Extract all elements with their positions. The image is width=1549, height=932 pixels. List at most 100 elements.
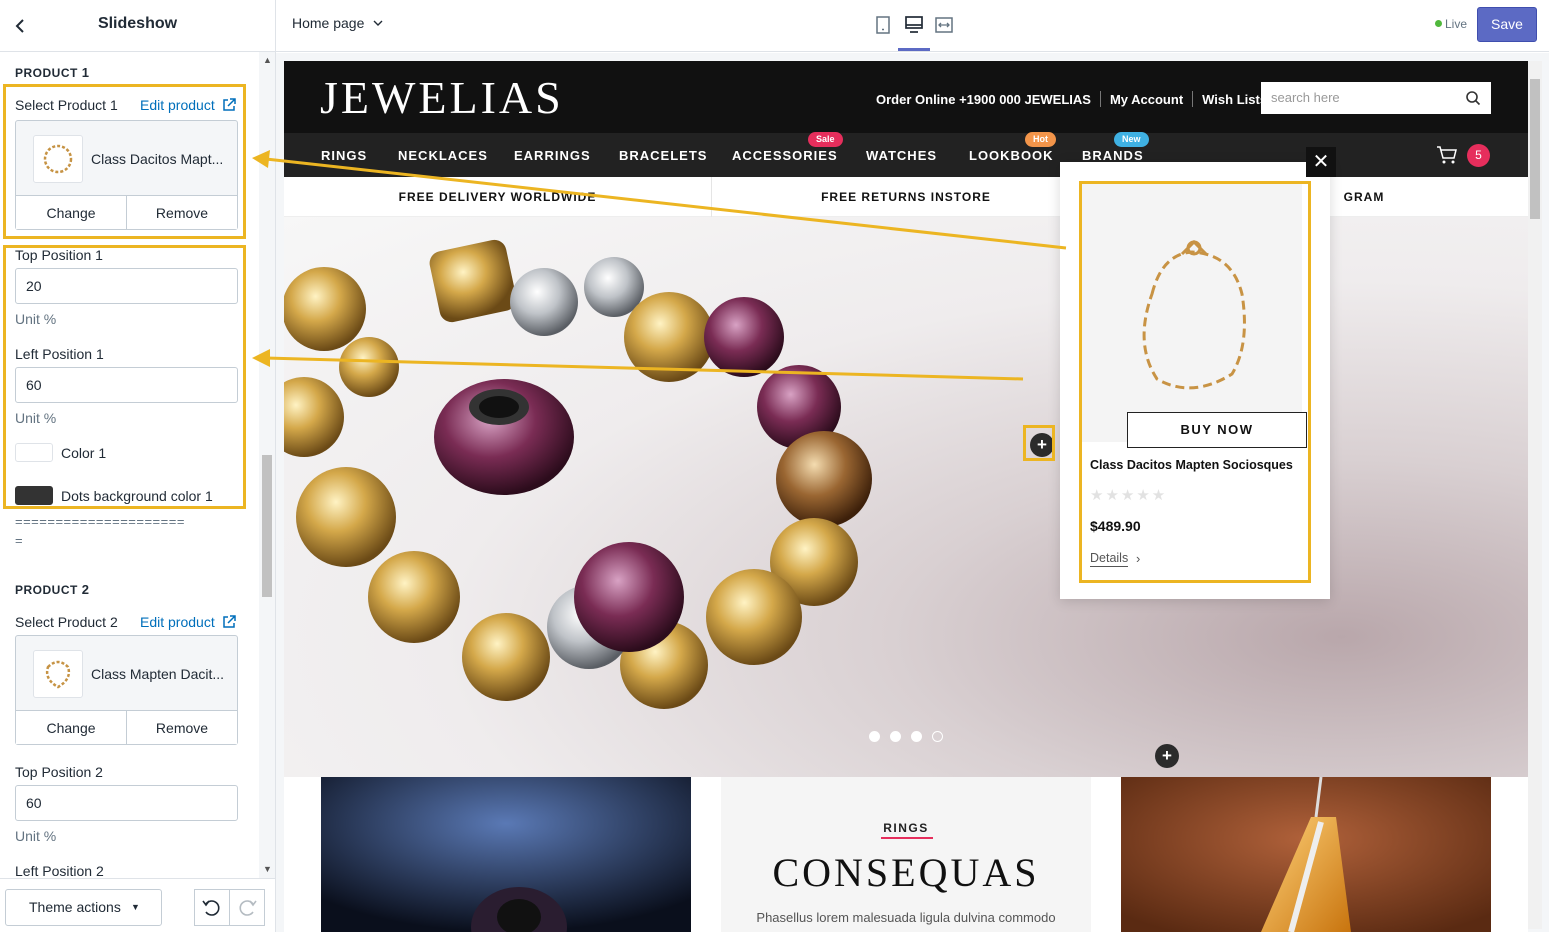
save-button[interactable]: Save xyxy=(1477,7,1537,42)
redo-button[interactable] xyxy=(229,889,265,926)
link-separator xyxy=(1099,91,1101,107)
banner-subtitle: Phasellus lorem malesuada ligula dulvina… xyxy=(756,910,1056,925)
slideshow-slide: + + xyxy=(284,217,1528,777)
product-2-actions: Change Remove xyxy=(16,710,237,744)
top-position-2-input[interactable]: 60 xyxy=(15,785,238,821)
search-icon[interactable] xyxy=(1465,90,1481,106)
product-1-heading: PRODUCT 1 xyxy=(15,65,89,80)
slide-pagination xyxy=(869,729,953,747)
store-logo[interactable]: JEWELIAS xyxy=(320,71,564,124)
change-product-2-button[interactable]: Change xyxy=(16,711,126,744)
nav-earrings[interactable]: EARRINGS xyxy=(514,148,591,163)
fullwidth-view-icon[interactable] xyxy=(933,14,955,36)
ring-image xyxy=(321,777,691,932)
storefront: JEWELIAS Order Online +1900 000 JEWELIAS… xyxy=(284,61,1528,932)
banner-middle[interactable]: RINGS CONSEQUAS Phasellus lorem malesuad… xyxy=(721,777,1091,932)
order-online-link[interactable]: Order Online +1900 000 JEWELIAS xyxy=(876,92,1091,107)
bracelet-thumb-icon xyxy=(45,660,71,689)
slide-dot-3[interactable] xyxy=(911,731,922,742)
live-status: Live xyxy=(1435,17,1467,31)
undo-icon xyxy=(202,900,220,916)
select-product-2-label: Select Product 2 xyxy=(15,614,118,630)
banner-title: CONSEQUAS xyxy=(772,850,1040,895)
wish-lists-link[interactable]: Wish Lists xyxy=(1202,92,1267,107)
nav-brands[interactable]: BRANDS xyxy=(1082,148,1144,163)
product-1-heading-text: PRODUCT xyxy=(15,66,78,80)
pendant-image xyxy=(1121,777,1491,932)
my-account-link[interactable]: My Account xyxy=(1110,92,1183,107)
slide-dot-1[interactable] xyxy=(869,731,880,742)
feature-free-returns: FREE RETURNS INSTORE xyxy=(821,190,991,204)
editor-topbar: Home page Live Save xyxy=(276,0,1549,52)
banner-right[interactable] xyxy=(1121,777,1491,932)
link-separator xyxy=(1192,91,1194,107)
page-selector-label: Home page xyxy=(292,15,365,31)
header-links: Order Online +1900 000 JEWELIAS My Accoun… xyxy=(876,91,1267,107)
bracelet-image xyxy=(284,239,872,709)
banner-kicker-underline xyxy=(881,837,933,839)
nav-rings[interactable]: RINGS xyxy=(321,148,367,163)
live-label: Live xyxy=(1445,17,1468,31)
banner-left[interactable] xyxy=(321,777,691,932)
active-view-indicator xyxy=(898,48,930,51)
sale-badge: Sale xyxy=(808,132,843,147)
feature-free-delivery: FREE DELIVERY WORLDWIDE xyxy=(398,190,597,204)
store-nav: RINGS NECKLACES EARRINGS BRACELETS ACCES… xyxy=(284,132,1528,177)
sidebar-title: Slideshow xyxy=(97,15,178,32)
cart-icon[interactable] xyxy=(1436,145,1458,165)
page-selector[interactable]: Home page xyxy=(292,15,384,31)
product-1-heading-num: 1 xyxy=(81,65,90,80)
preview-scrollbar[interactable] xyxy=(1528,61,1542,929)
nav-necklaces[interactable]: NECKLACES xyxy=(398,148,488,163)
slide-dot-4[interactable] xyxy=(932,731,943,742)
chevron-down-icon xyxy=(373,20,383,26)
product-hotspot-2[interactable]: + xyxy=(1155,744,1179,768)
product-2-name: Class Mapten Dacit... xyxy=(91,666,225,682)
remove-product-2-button[interactable]: Remove xyxy=(126,711,237,744)
highlight-position-settings xyxy=(3,245,246,509)
nav-watches[interactable]: WATCHES xyxy=(866,148,937,163)
popup-close-button[interactable]: ✕ xyxy=(1306,147,1336,177)
highlight-product-popup xyxy=(1079,181,1311,583)
sidebar-scroll-thumb[interactable] xyxy=(262,455,272,597)
product-2-card: Class Mapten Dacit... Change Remove xyxy=(15,635,238,745)
scroll-up-icon[interactable]: ▲ xyxy=(263,55,272,65)
external-link-icon[interactable] xyxy=(222,615,236,629)
nav-bracelets[interactable]: BRACELETS xyxy=(619,148,707,163)
product-2-thumbnail xyxy=(33,650,83,698)
new-badge: New xyxy=(1114,132,1149,147)
product-2-heading: PRODUCT 2 xyxy=(15,582,89,597)
banner-kicker: RINGS xyxy=(883,821,929,835)
store-search-input[interactable]: search here xyxy=(1261,82,1491,114)
settings-sidebar: Slideshow PRODUCT 1 Select Product 1 Edi… xyxy=(0,0,276,932)
edit-product-2-link[interactable]: Edit product xyxy=(140,614,215,630)
scroll-down-icon[interactable]: ▼ xyxy=(263,864,272,874)
nav-accessories[interactable]: ACCESSORIES xyxy=(732,148,838,163)
hot-badge: Hot xyxy=(1025,132,1056,147)
store-header: JEWELIAS Order Online +1900 000 JEWELIAS… xyxy=(284,61,1528,133)
nav-lookbook[interactable]: LOOKBOOK xyxy=(969,148,1054,163)
sidebar-scrollbar[interactable]: ▲ ▼ xyxy=(259,52,275,878)
sidebar-footer: Theme actions ▼ xyxy=(0,878,275,932)
desktop-view-icon[interactable] xyxy=(903,14,925,36)
highlight-hotspot xyxy=(1023,425,1055,461)
preview-scroll-thumb[interactable] xyxy=(1530,79,1540,219)
top-position-2-unit: Unit % xyxy=(15,828,57,844)
top-position-2-label: Top Position 2 xyxy=(15,764,103,780)
theme-actions-button[interactable]: Theme actions ▼ xyxy=(5,889,162,926)
product-quickview-popup: BUY NOW Class Dacitos Mapten Sociosques … xyxy=(1060,162,1330,599)
left-position-2-label: Left Position 2 xyxy=(15,863,104,878)
cart-count-badge: 5 xyxy=(1467,144,1490,167)
section-divider: ===================== xyxy=(15,514,185,529)
mobile-view-icon[interactable] xyxy=(872,14,894,36)
redo-icon xyxy=(239,900,257,916)
settings-scroll-area: PRODUCT 1 Select Product 1 Edit product … xyxy=(0,52,260,878)
search-placeholder: search here xyxy=(1271,90,1340,105)
live-dot-icon xyxy=(1435,20,1442,27)
slide-dot-2[interactable] xyxy=(890,731,901,742)
banner-row: RINGS CONSEQUAS Phasellus lorem malesuad… xyxy=(284,777,1528,932)
undo-button[interactable] xyxy=(194,889,230,926)
features-strip: FREE DELIVERY WORLDWIDE FREE RETURNS INS… xyxy=(284,177,1528,217)
product-2-heading-num: 2 xyxy=(81,582,90,597)
store-preview: JEWELIAS Order Online +1900 000 JEWELIAS… xyxy=(276,53,1549,932)
